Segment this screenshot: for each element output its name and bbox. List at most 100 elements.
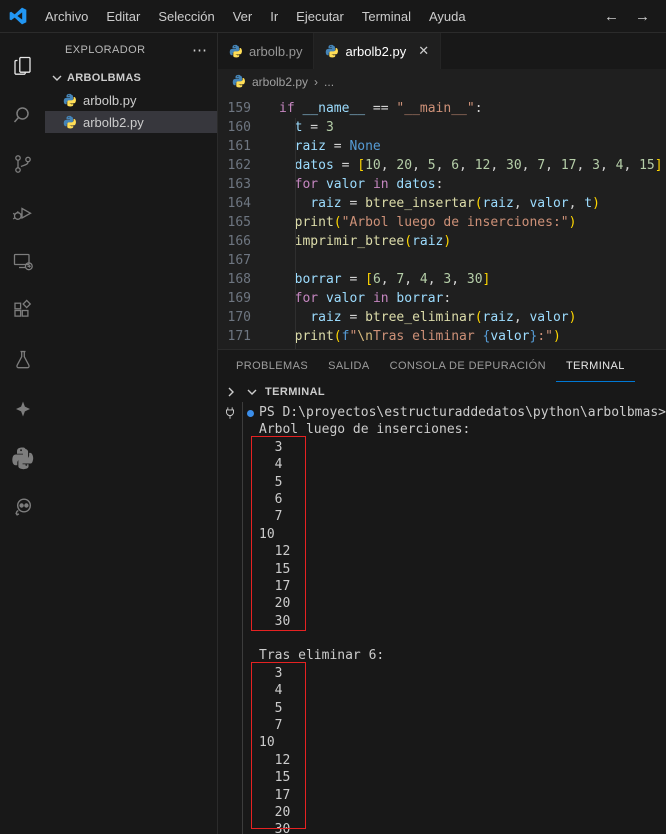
workbench: EXPLORADOR ⋯ ARBOLBMAS arbolb.pyarbolb2.… (0, 33, 666, 834)
activity-item-remote-explorer[interactable] (0, 237, 45, 286)
activity-item-extensions[interactable] (0, 286, 45, 335)
activity-item-ai-chat[interactable] (0, 482, 45, 531)
terminal-line-10: 17 (243, 578, 666, 595)
panel-tab-terminal[interactable]: TERMINAL (556, 350, 635, 382)
nav-forward-icon[interactable]: → (635, 8, 650, 25)
tab-arbolb2.py[interactable]: arbolb2.py ✕ (314, 33, 441, 69)
tab-bar: arbolb.py arbolb2.py ✕ (218, 33, 666, 69)
search-icon (11, 103, 35, 127)
menu-archivo[interactable]: Archivo (36, 9, 97, 24)
line-number: 166 (218, 232, 265, 251)
code-line-162[interactable]: 162 datos = [10, 20, 5, 6, 12, 30, 7, 17… (218, 156, 666, 175)
activity-item-sparkle[interactable] (0, 384, 45, 433)
terminal-line-1: Arbol luego de inserciones: (243, 421, 666, 438)
activity-item-python[interactable] (0, 433, 45, 482)
terminal-output[interactable]: PS D:\proyectos\estructuraddedatos\pytho… (243, 402, 666, 834)
vscode-logo-icon (0, 6, 36, 26)
command-decoration-dot[interactable] (247, 410, 254, 417)
file-item-arbolb2.py[interactable]: arbolb2.py (45, 111, 217, 133)
indent-guide (295, 118, 296, 349)
testing-icon (11, 348, 35, 372)
breadcrumb-file[interactable]: arbolb2.py (252, 75, 308, 89)
activity-item-run-debug[interactable] (0, 188, 45, 237)
file-list: arbolb.pyarbolb2.py (45, 89, 217, 133)
bottom-panel: PROBLEMASSALIDACONSOLA DE DEPURACIÓNTERM… (218, 349, 666, 834)
breadcrumb[interactable]: arbolb2.py › ... (218, 69, 666, 95)
terminal-line-14: Tras eliminar 6: (243, 647, 666, 664)
folder-arbolbmas[interactable]: ARBOLBMAS (45, 67, 217, 89)
menu-ver[interactable]: Ver (224, 9, 262, 24)
code-text: imprimir_btree(raiz) (279, 232, 451, 251)
terminal-line-15: 3 (243, 665, 666, 682)
code-text: for valor in datos: (279, 175, 443, 194)
menu-ejecutar[interactable]: Ejecutar (287, 9, 353, 24)
activity-item-explorer[interactable] (0, 41, 45, 90)
menu-editar[interactable]: Editar (97, 9, 149, 24)
nav-back-icon[interactable]: ← (604, 8, 619, 25)
terminal-line-7: 10 (243, 526, 666, 543)
chevron-right-icon[interactable] (223, 384, 239, 400)
terminal-line-24: 30 (243, 821, 666, 834)
code-text: datos = [10, 20, 5, 6, 12, 30, 7, 17, 3,… (279, 156, 663, 175)
code-line-171[interactable]: 171 print(f"\nTras eliminar {valor}:") (218, 327, 666, 346)
panel-tab-problemas[interactable]: PROBLEMAS (226, 350, 318, 382)
code-line-163[interactable]: 163 for valor in datos: (218, 175, 666, 194)
terminal-line-9: 15 (243, 561, 666, 578)
python-file-icon (229, 44, 243, 58)
python-file-icon (325, 44, 339, 58)
panel-tab-salida[interactable]: SALIDA (318, 350, 380, 382)
tab-label: arbolb.py (249, 44, 302, 59)
line-number: 167 (218, 251, 265, 270)
activity-item-source-control[interactable] (0, 139, 45, 188)
breadcrumb-separator-icon: › (314, 75, 318, 89)
chevron-down-icon (49, 70, 65, 86)
tab-arbolb.py[interactable]: arbolb.py (218, 33, 314, 69)
panel-tab-bar: PROBLEMASSALIDACONSOLA DE DEPURACIÓNTERM… (218, 350, 666, 382)
breadcrumb-more[interactable]: ... (324, 75, 334, 89)
line-number: 162 (218, 156, 265, 175)
code-line-160[interactable]: 160 t = 3 (218, 118, 666, 137)
line-number: 163 (218, 175, 265, 194)
remote-explorer-icon (11, 250, 35, 274)
menu-selección[interactable]: Selección (149, 9, 223, 24)
code-line-168[interactable]: 168 borrar = [6, 7, 4, 3, 30] (218, 270, 666, 289)
menu-ir[interactable]: Ir (261, 9, 287, 24)
code-line-164[interactable]: 164 raiz = btree_insertar(raiz, valor, t… (218, 194, 666, 213)
sidebar-explorer: EXPLORADOR ⋯ ARBOLBMAS arbolb.pyarbolb2.… (45, 33, 218, 834)
more-actions-icon[interactable]: ⋯ (192, 41, 207, 59)
tab-label: arbolb2.py (345, 44, 406, 59)
explorer-icon (11, 54, 35, 78)
code-editor[interactable]: 159if __name__ == "__main__":160 t = 316… (218, 95, 666, 349)
menu-ayuda[interactable]: Ayuda (420, 9, 475, 24)
code-line-159[interactable]: 159if __name__ == "__main__": (218, 99, 666, 118)
close-icon[interactable]: ✕ (418, 43, 429, 59)
source-control-icon (11, 152, 35, 176)
activity-item-testing[interactable] (0, 335, 45, 384)
code-line-170[interactable]: 170 raiz = btree_eliminar(raiz, valor) (218, 308, 666, 327)
extensions-icon (11, 299, 35, 323)
line-number: 168 (218, 270, 265, 289)
menu-bar: ArchivoEditarSelecciónVerIrEjecutarTermi… (36, 9, 475, 24)
terminal-line-8: 12 (243, 543, 666, 560)
code-line-161[interactable]: 161 raiz = None (218, 137, 666, 156)
panel-tab-consola-de-depuración[interactable]: CONSOLA DE DEPURACIÓN (380, 350, 556, 382)
code-text: t = 3 (279, 118, 334, 137)
line-number: 169 (218, 289, 265, 308)
code-text: borrar = [6, 7, 4, 3, 30] (279, 270, 490, 289)
code-line-169[interactable]: 169 for valor in borrar: (218, 289, 666, 308)
code-line-166[interactable]: 166 imprimir_btree(raiz) (218, 232, 666, 251)
chevron-down-icon[interactable] (244, 384, 260, 400)
terminal-line-13 (243, 630, 666, 647)
python-file-icon (63, 115, 77, 129)
file-item-arbolb.py[interactable]: arbolb.py (45, 89, 217, 111)
activity-item-search[interactable] (0, 90, 45, 139)
terminal-section-title: TERMINAL (265, 386, 325, 398)
code-line-165[interactable]: 165 print("Arbol luego de inserciones:") (218, 213, 666, 232)
code-line-167[interactable]: 167 (218, 251, 666, 270)
terminal-line-20: 12 (243, 752, 666, 769)
menu-terminal[interactable]: Terminal (353, 9, 420, 24)
terminal-section-header: TERMINAL (218, 382, 666, 402)
sidebar-title: EXPLORADOR (65, 44, 192, 56)
terminal-line-11: 20 (243, 595, 666, 612)
terminal-line-17: 5 (243, 700, 666, 717)
